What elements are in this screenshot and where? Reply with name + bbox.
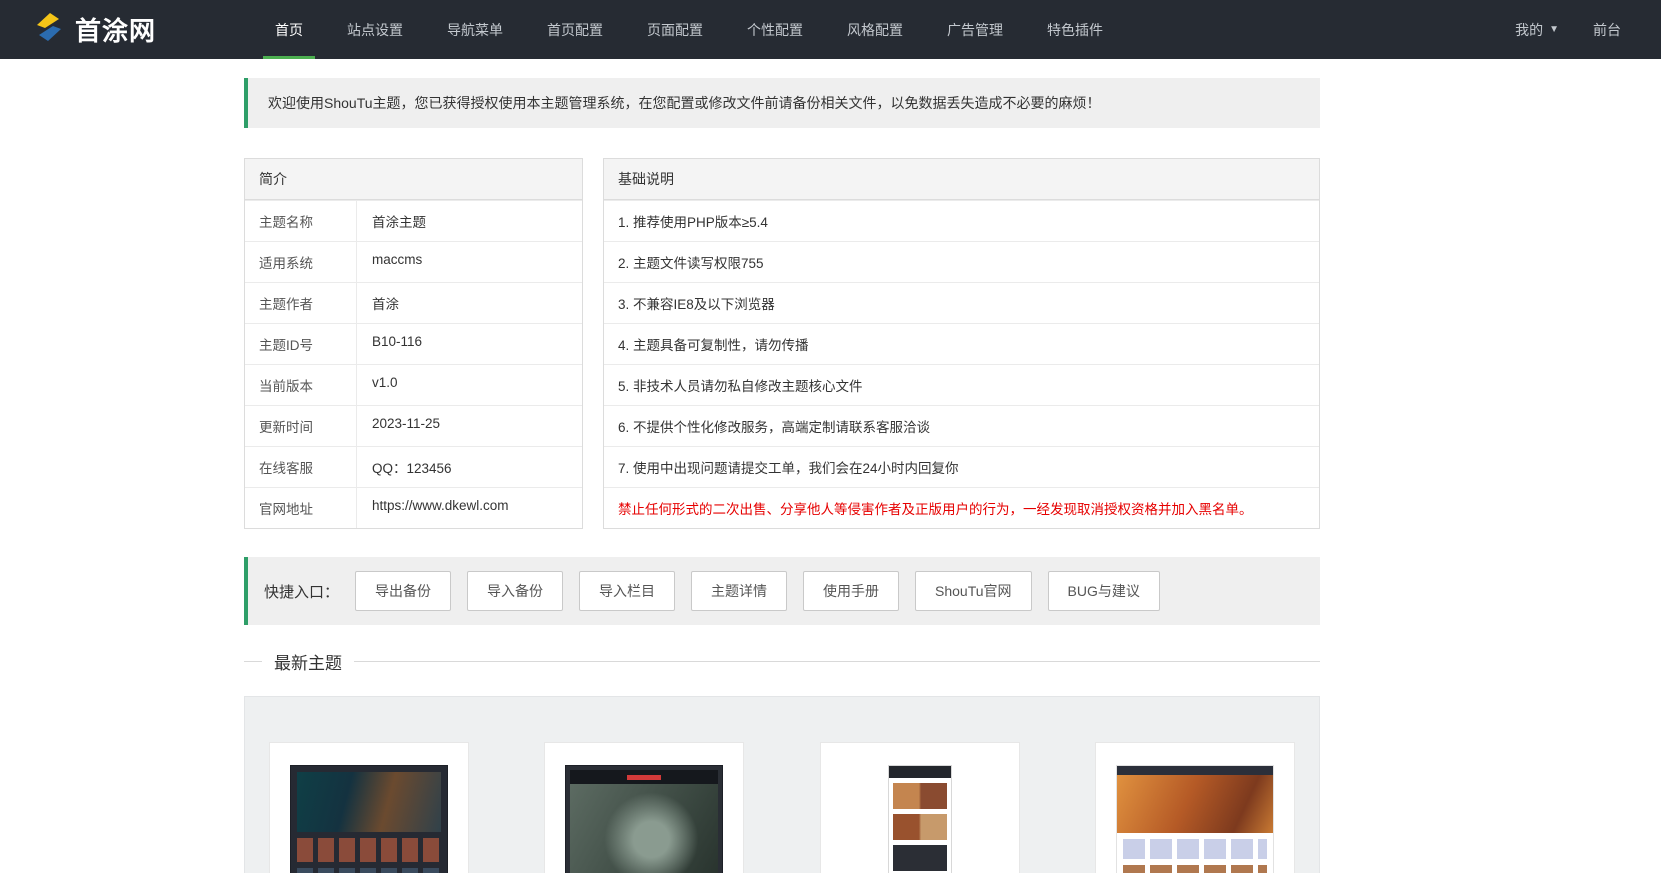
thumb-row bbox=[297, 868, 441, 873]
row-label: 更新时间 bbox=[245, 406, 357, 446]
theme-details-button[interactable]: 主题详情 bbox=[691, 571, 788, 611]
info-panel-title: 基础说明 bbox=[604, 159, 1319, 200]
nav-item-nav-menu[interactable]: 导航菜单 bbox=[425, 0, 525, 59]
row-label: 主题作者 bbox=[245, 283, 357, 323]
table-row: 主题ID号 B10-116 bbox=[245, 323, 582, 364]
navbar-right: 我的 ▼ 前台 bbox=[1515, 0, 1661, 59]
info-row: 7. 使用中出现问题请提交工单，我们会在24小时内回复你 bbox=[604, 446, 1319, 487]
latest-themes-heading: 最新主题 bbox=[244, 649, 1320, 674]
row-label: 主题ID号 bbox=[245, 324, 357, 364]
row-label: 官网地址 bbox=[245, 488, 357, 528]
nav-item-style-config[interactable]: 风格配置 bbox=[825, 0, 925, 59]
row-value: v1.0 bbox=[372, 375, 398, 390]
info-row: 4. 主题具备可复制性，请勿传播 bbox=[604, 323, 1319, 364]
theme-hero-banner bbox=[297, 772, 441, 832]
table-row: 主题作者 首涂 bbox=[245, 282, 582, 323]
table-row: 在线客服 QQ：123456 bbox=[245, 446, 582, 487]
mobile-status-bar bbox=[888, 766, 951, 778]
theme-card-2[interactable] bbox=[544, 742, 745, 873]
my-account-label: 我的 bbox=[1515, 21, 1544, 38]
nav-item-personal-config[interactable]: 个性配置 bbox=[725, 0, 825, 59]
logo-icon bbox=[32, 10, 66, 49]
info-row: 1. 推荐使用PHP版本≥5.4 bbox=[604, 200, 1319, 241]
player-video-area bbox=[570, 784, 719, 873]
player-header bbox=[570, 770, 719, 784]
row-value: B10-116 bbox=[372, 334, 423, 349]
thumb-row bbox=[892, 845, 947, 871]
thumb-row bbox=[892, 814, 947, 840]
theme-screenshot-dark-movie bbox=[290, 765, 448, 873]
main-nav: 首页 站点设置 导航菜单 首页配置 页面配置 个性配置 风格配置 广告管理 特色… bbox=[253, 0, 1125, 59]
info-row: 5. 非技术人员请勿私自修改主题核心文件 bbox=[604, 364, 1319, 405]
row-value: 首涂主题 bbox=[372, 215, 426, 230]
logo[interactable]: 首涂网 bbox=[0, 0, 253, 59]
info-row: 3. 不兼容IE8及以下浏览器 bbox=[604, 282, 1319, 323]
thumb-row bbox=[892, 783, 947, 809]
nav-item-ad-manage[interactable]: 广告管理 bbox=[925, 0, 1025, 59]
license-warning-text: 禁止任何形式的二次出售、分享他人等侵害作者及正版用户的行为，一经发现取消授权资格… bbox=[604, 487, 1319, 528]
bug-suggestion-button[interactable]: BUG与建议 bbox=[1047, 571, 1160, 611]
row-value: maccms bbox=[372, 252, 423, 267]
table-row: 官网地址 https://www.dkewl.com bbox=[245, 487, 582, 528]
nav-item-page-config[interactable]: 页面配置 bbox=[625, 0, 725, 59]
thumb-row bbox=[297, 838, 441, 862]
row-label: 适用系统 bbox=[245, 242, 357, 282]
info-row: 2. 主题文件读写权限755 bbox=[604, 241, 1319, 282]
official-site-url[interactable]: https://www.dkewl.com bbox=[357, 488, 582, 528]
theme-screenshot-video-player bbox=[565, 765, 724, 873]
info-panel: 基础说明 1. 推荐使用PHP版本≥5.4 2. 主题文件读写权限755 3. … bbox=[603, 158, 1320, 529]
row-label: 在线客服 bbox=[245, 447, 357, 487]
welcome-banner: 欢迎使用ShouTu主题，您已获得授权使用本主题管理系统，在您配置或修改文件前请… bbox=[244, 78, 1320, 128]
row-label: 当前版本 bbox=[245, 365, 357, 405]
table-row: 更新时间 2023-11-25 bbox=[245, 405, 582, 446]
user-manual-button[interactable]: 使用手册 bbox=[803, 571, 900, 611]
top-navbar: 首涂网 首页 站点设置 导航菜单 首页配置 页面配置 个性配置 风格配置 广告管… bbox=[0, 0, 1661, 59]
logo-text: 首涂网 bbox=[75, 16, 157, 46]
row-value: 2023-11-25 bbox=[372, 416, 441, 431]
quick-entry-label: 快捷入口： bbox=[264, 583, 340, 601]
quick-entry-bar: 快捷入口： 导出备份 导入备份 导入栏目 主题详情 使用手册 ShouTu官网 … bbox=[244, 557, 1320, 625]
nav-item-site-settings[interactable]: 站点设置 bbox=[325, 0, 425, 59]
panels-row: 简介 主题名称 首涂主题 适用系统 maccms 主题作者 首涂 主题ID号 B… bbox=[244, 158, 1320, 529]
theme-card-3[interactable] bbox=[819, 742, 1020, 873]
nav-item-home[interactable]: 首页 bbox=[253, 0, 325, 59]
theme-card-4[interactable] bbox=[1094, 742, 1295, 873]
info-row: 6. 不提供个性化修改服务，高端定制请联系客服洽谈 bbox=[604, 405, 1319, 446]
section-title-text: 最新主题 bbox=[274, 654, 342, 673]
row-value: QQ：123456 bbox=[372, 461, 452, 476]
front-site-link[interactable]: 前台 bbox=[1593, 20, 1621, 40]
thumb-row bbox=[1122, 865, 1267, 873]
chevron-down-icon: ▼ bbox=[1549, 24, 1559, 35]
intro-panel-title: 简介 bbox=[245, 159, 582, 200]
nav-item-plugins[interactable]: 特色插件 bbox=[1025, 0, 1125, 59]
table-row: 适用系统 maccms bbox=[245, 241, 582, 282]
nav-item-home-config[interactable]: 首页配置 bbox=[525, 0, 625, 59]
table-row: 当前版本 v1.0 bbox=[245, 364, 582, 405]
import-backup-button[interactable]: 导入备份 bbox=[467, 571, 564, 611]
my-account-menu[interactable]: 我的 ▼ bbox=[1515, 20, 1559, 40]
theme-hero-banner bbox=[1116, 775, 1273, 833]
row-value: 首涂 bbox=[372, 297, 399, 312]
table-row: 主题名称 首涂主题 bbox=[245, 200, 582, 241]
export-backup-button[interactable]: 导出备份 bbox=[355, 571, 452, 611]
theme-screenshot-mobile-app bbox=[887, 765, 952, 873]
theme-screenshot-game-site bbox=[1115, 765, 1274, 873]
front-site-label: 前台 bbox=[1593, 21, 1621, 38]
intro-panel: 简介 主题名称 首涂主题 适用系统 maccms 主题作者 首涂 主题ID号 B… bbox=[244, 158, 583, 529]
row-label: 主题名称 bbox=[245, 201, 357, 241]
main-content: 欢迎使用ShouTu主题，您已获得授权使用本主题管理系统，在您配置或修改文件前请… bbox=[244, 78, 1320, 873]
theme-navbar-strip bbox=[1116, 766, 1273, 775]
theme-gallery bbox=[244, 696, 1320, 873]
thumb-row bbox=[1122, 839, 1267, 859]
theme-card-1[interactable] bbox=[269, 742, 469, 873]
official-site-button[interactable]: ShouTu官网 bbox=[915, 571, 1032, 611]
import-columns-button[interactable]: 导入栏目 bbox=[579, 571, 676, 611]
